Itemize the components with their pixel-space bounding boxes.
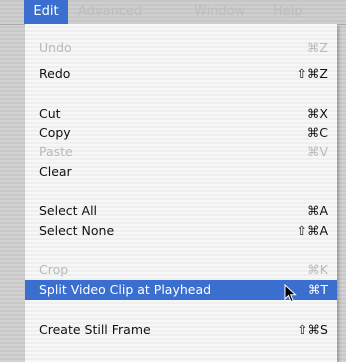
menu-help[interactable]: Help bbox=[265, 0, 311, 24]
mouse-pointer-icon bbox=[284, 284, 297, 303]
menu-bar: Edit Advanced Window Help bbox=[0, 0, 346, 25]
menu-item-shortcut: ⌘A bbox=[306, 203, 328, 218]
menu-item-shortcut: ⌘C bbox=[306, 125, 328, 140]
menu-item-paste: Paste ⌘V bbox=[25, 142, 337, 162]
menu-item-select-all[interactable]: Select All ⌘A bbox=[25, 201, 337, 221]
menu-item-cut[interactable]: Cut ⌘X bbox=[25, 104, 337, 124]
menu-item-clear[interactable]: Clear bbox=[25, 162, 337, 182]
menu-item-redo[interactable]: Redo ⇧⌘Z bbox=[25, 64, 337, 84]
menu-item-label: Crop bbox=[39, 262, 69, 277]
menu-item-shortcut: ⇧⌘S bbox=[297, 322, 328, 337]
menu-item-label: Paste bbox=[39, 144, 73, 159]
menu-window[interactable]: Window bbox=[186, 0, 253, 24]
menu-item-create-still-frame[interactable]: Create Still Frame ⇧⌘S bbox=[25, 320, 337, 340]
menu-item-label: Create Still Frame bbox=[39, 322, 151, 337]
menu-item-select-none[interactable]: Select None ⇧⌘A bbox=[25, 221, 337, 241]
menu-item-shortcut: ⌘Z bbox=[306, 40, 328, 55]
menu-item-label: Select All bbox=[39, 203, 98, 218]
menu-item-label: Redo bbox=[39, 66, 71, 81]
menu-item-undo: Undo ⌘Z bbox=[25, 38, 337, 58]
menu-item-label: Clear bbox=[39, 164, 72, 179]
menu-item-shortcut: ⇧⌘Z bbox=[296, 66, 328, 81]
menu-item-label: Undo bbox=[39, 40, 72, 55]
menu-item-label: Copy bbox=[39, 125, 71, 140]
menu-item-copy[interactable]: Copy ⌘C bbox=[25, 123, 337, 143]
menu-item-shortcut: ⌘V bbox=[306, 144, 328, 159]
menu-item-shortcut: ⌘T bbox=[307, 282, 328, 297]
menu-advanced[interactable]: Advanced bbox=[70, 0, 150, 24]
menu-item-label: Select None bbox=[39, 223, 115, 238]
menu-item-shortcut: ⌘X bbox=[306, 106, 328, 121]
menu-edit[interactable]: Edit bbox=[24, 0, 68, 24]
menu-item-label: Split Video Clip at Playhead bbox=[39, 282, 212, 297]
edit-menu-dropdown: Undo ⌘Z Redo ⇧⌘Z Cut ⌘X Copy ⌘C Paste ⌘V… bbox=[25, 24, 337, 362]
menu-item-shortcut: ⇧⌘A bbox=[296, 223, 328, 238]
menu-item-crop: Crop ⌘K bbox=[25, 260, 337, 280]
menu-item-label: Cut bbox=[39, 106, 61, 121]
menu-item-shortcut: ⌘K bbox=[307, 262, 328, 277]
